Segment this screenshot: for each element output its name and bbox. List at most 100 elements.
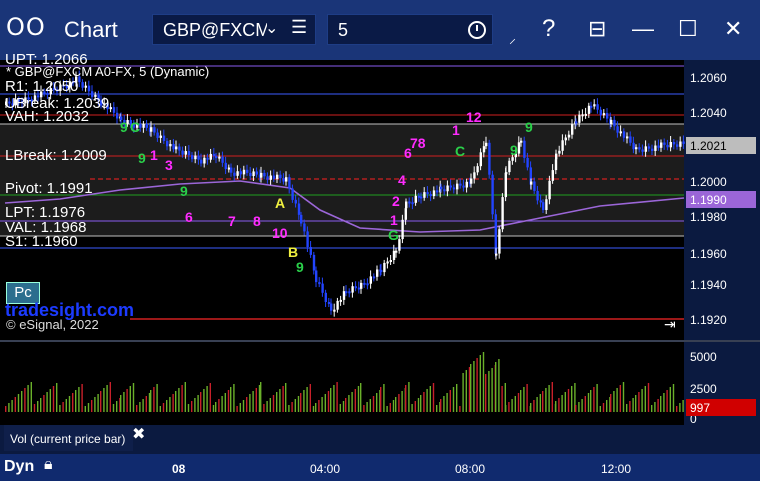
volume-bar xyxy=(584,396,586,412)
dyn-label[interactable]: Dyn xyxy=(4,458,34,476)
volume-bar xyxy=(272,395,275,412)
clock-icon[interactable] xyxy=(468,21,486,39)
scroll-to-end-icon[interactable]: ⇥ xyxy=(664,316,676,333)
signal-marker: 7 xyxy=(228,213,236,229)
volume-bar xyxy=(178,388,180,412)
volume-bar xyxy=(462,373,464,412)
menu-icon[interactable]: ☰ xyxy=(291,17,307,38)
signal-marker: 9 xyxy=(180,183,188,199)
volume-bar xyxy=(336,382,338,412)
volume-bar xyxy=(345,398,347,412)
candle-body xyxy=(578,114,581,123)
volume-bar xyxy=(291,402,293,412)
candle-body xyxy=(252,171,255,177)
candle-body xyxy=(218,156,221,159)
candle-body xyxy=(392,250,396,260)
ma-price-tag: 1.1990 xyxy=(686,191,756,208)
volume-bar xyxy=(269,398,271,412)
candle-body xyxy=(255,171,258,175)
volume-bar xyxy=(59,405,61,412)
time-label-0400: 04:00 xyxy=(310,462,341,476)
signal-marker: 1 xyxy=(390,212,398,228)
candle-body xyxy=(336,300,339,310)
candle-body xyxy=(279,174,282,179)
candle-body xyxy=(417,195,421,198)
candle-body xyxy=(459,183,462,186)
volume-bar xyxy=(360,383,362,412)
symbol-input[interactable]: GBP@FXCM xyxy=(163,20,267,41)
minimize-icon[interactable]: — xyxy=(632,16,654,42)
interval-selector[interactable]: 5 xyxy=(327,14,493,45)
volume-bar xyxy=(575,405,577,412)
candle-body xyxy=(191,155,194,160)
vol-panel-label: Vol (current price bar) xyxy=(4,425,134,451)
volume-bar xyxy=(324,394,326,412)
volume-bar xyxy=(297,396,300,412)
volume-bar xyxy=(139,402,141,412)
candle-body xyxy=(408,201,411,204)
volume-bar xyxy=(148,393,151,412)
volume-bar xyxy=(651,405,653,412)
maximize-icon[interactable]: ☐ xyxy=(678,16,698,42)
volume-bar xyxy=(644,386,646,412)
candle-body xyxy=(482,146,486,153)
chevron-down-icon[interactable]: ⌄ xyxy=(265,18,278,38)
candle-body xyxy=(383,262,386,273)
help-icon[interactable]: ? xyxy=(542,15,555,43)
candle-body xyxy=(291,188,294,200)
volume-bar xyxy=(473,361,475,412)
signal-marker: 10 xyxy=(272,225,288,241)
volume-bar xyxy=(613,391,615,412)
volume-bar xyxy=(116,401,118,412)
volume-bar xyxy=(132,383,135,412)
symbol-selector[interactable]: GBP@FXCM ⌄ ☰ xyxy=(152,14,316,45)
volume-bar xyxy=(551,382,553,412)
volume-bar xyxy=(383,384,385,412)
chart-canvas[interactable]: 1396 7 810AB91G24678112C 99C99 xyxy=(0,60,760,481)
candle-body xyxy=(401,219,404,240)
volume-bar xyxy=(306,387,308,412)
volume-bar xyxy=(479,355,481,412)
candle-body xyxy=(81,82,84,88)
draw-icon[interactable]: ⸝ xyxy=(509,29,516,48)
time-axis[interactable]: Dyn 🔒︎ 08 04:00 08:00 12:00 xyxy=(0,454,760,481)
volume-bar xyxy=(236,406,238,412)
candle-body xyxy=(476,166,479,173)
volume-bar xyxy=(357,386,360,412)
volume-bar xyxy=(123,392,125,412)
volume-bar xyxy=(339,404,341,412)
volume-bar xyxy=(106,385,108,412)
close-vol-panel-icon[interactable]: ✖ xyxy=(132,424,145,444)
candle-body xyxy=(660,142,663,148)
volume-bar xyxy=(590,390,592,412)
candle-body xyxy=(169,143,172,147)
volume-bar xyxy=(14,397,16,412)
time-label-0800: 08:00 xyxy=(455,462,486,476)
interval-input[interactable]: 5 xyxy=(338,20,348,41)
candle-body xyxy=(360,282,363,289)
volume-bar xyxy=(221,396,223,412)
signal-marker: 9 xyxy=(138,150,146,166)
volume-bar xyxy=(172,394,174,412)
price-tick: 1.1980 xyxy=(690,210,727,224)
signal-marker: 9 xyxy=(120,119,128,135)
volume-bar xyxy=(561,395,563,412)
candle-body xyxy=(635,147,638,150)
chart-area[interactable]: 1 3 9 6 7 8 10 A B 9 1 G 2 4 6 78 1 12 C 9 9 C 9 9 UPT: 1.2066 R… xyxy=(0,52,760,481)
volume-bar xyxy=(414,401,416,412)
volume-bar xyxy=(191,401,193,412)
lock-icon[interactable]: 🔒︎ xyxy=(44,456,53,474)
candle-body xyxy=(505,172,508,175)
layout-icon[interactable]: ⊟ xyxy=(588,16,606,42)
volume-bar xyxy=(87,403,90,412)
volume-bar xyxy=(227,390,230,412)
volume-bar xyxy=(11,400,13,412)
volume-bar xyxy=(622,382,625,412)
volume-bar xyxy=(567,389,570,412)
volume-bar xyxy=(252,391,254,412)
volume-bar xyxy=(276,392,278,412)
close-icon[interactable]: ✕ xyxy=(724,16,742,42)
candle-body xyxy=(626,136,629,139)
candle-body xyxy=(330,303,333,311)
volume-bar xyxy=(587,393,590,412)
